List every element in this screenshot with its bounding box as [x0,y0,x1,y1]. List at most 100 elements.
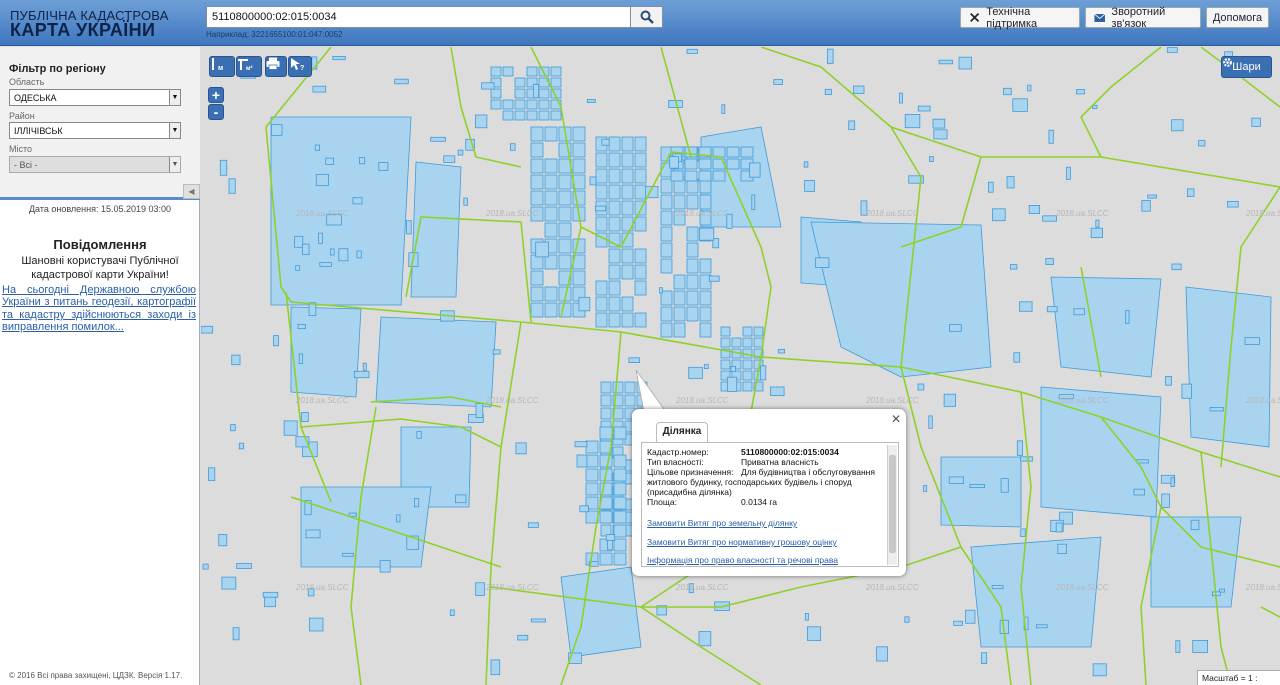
parcel[interactable] [634,168,647,184]
parcel[interactable] [526,99,538,110]
parcel[interactable] [475,582,485,596]
parcel[interactable] [740,146,754,158]
parcel[interactable] [949,324,962,332]
parcel[interactable] [515,442,527,455]
parcel[interactable] [595,168,608,184]
parcel[interactable] [599,510,613,524]
parcel[interactable] [490,66,502,77]
parcel[interactable] [430,136,446,142]
parcel[interactable] [1020,456,1033,462]
parcel[interactable] [301,412,309,423]
parcel[interactable] [827,48,834,64]
parcel[interactable] [726,146,740,158]
parcel[interactable] [527,522,539,528]
parcel[interactable] [876,646,889,662]
parcel[interactable] [981,652,988,664]
parcel[interactable] [608,280,621,296]
parcel[interactable] [608,296,621,312]
parcel-map[interactable] [201,47,1280,685]
parcel[interactable] [1073,308,1085,316]
parcel[interactable] [271,124,283,136]
parcel[interactable] [613,496,627,510]
parcel[interactable] [490,659,501,676]
parcel[interactable] [544,190,558,206]
parcel[interactable] [958,56,973,70]
order-extract-link[interactable]: Замовити Витяг про земельну ділянку [647,518,797,528]
parcel[interactable] [530,142,544,158]
parcel[interactable] [673,290,686,306]
parcel[interactable] [803,161,809,168]
parcel[interactable] [1136,459,1149,464]
parcel[interactable] [605,534,616,541]
parcel[interactable] [686,48,698,54]
order-valuation-link[interactable]: Замовити Витяг про нормативну грошову оц… [647,537,837,547]
parcel[interactable] [777,348,786,354]
parcel[interactable] [1187,188,1195,197]
parcel[interactable] [300,486,432,568]
parcel[interactable] [538,99,550,110]
parcel[interactable] [1000,478,1009,493]
parcel[interactable] [749,162,761,178]
parcel[interactable] [228,178,236,194]
parcel[interactable] [1166,47,1178,53]
parcel[interactable] [720,326,731,337]
parcel[interactable] [1040,386,1162,518]
parcel[interactable] [988,181,994,193]
parcel[interactable] [475,403,484,419]
parcel[interactable] [238,442,245,450]
parcel[interactable] [297,323,306,329]
parcel[interactable] [699,306,712,322]
parcel[interactable] [621,248,634,264]
parcel[interactable] [1171,263,1182,271]
parcel[interactable] [742,359,753,370]
parcel[interactable] [530,174,544,190]
tab-parcel[interactable]: Ділянка [656,422,708,442]
parcel[interactable] [544,222,558,238]
parcel[interactable] [621,200,634,216]
parcel[interactable] [362,362,367,371]
parcel[interactable] [544,158,558,174]
parcel[interactable] [544,286,558,302]
parcel[interactable] [684,170,698,182]
notice-link[interactable]: На сьогодні Державною службою України з … [2,284,196,334]
parcel[interactable] [532,84,539,99]
parcel[interactable] [1190,519,1200,531]
parcel[interactable] [550,66,562,77]
parcel[interactable] [514,77,526,88]
parcel[interactable] [558,254,572,270]
parcel[interactable] [742,326,753,337]
measure-length-tool[interactable]: м [209,56,235,77]
parcel[interactable] [848,120,856,131]
parcel[interactable] [490,88,502,99]
search-input[interactable] [206,6,631,28]
close-icon[interactable]: ✕ [891,412,901,426]
parcel[interactable] [720,337,731,348]
parcel[interactable] [699,258,712,274]
parcel[interactable] [770,386,785,397]
parcel[interactable] [585,440,599,454]
parcel[interactable] [302,243,310,255]
parcel[interactable] [356,250,362,259]
parcel[interactable] [1185,286,1272,448]
parcel[interactable] [1013,352,1021,363]
parcel[interactable] [353,370,370,379]
parcel[interactable] [1171,119,1184,132]
parcel[interactable] [742,337,753,348]
parcel[interactable] [599,454,613,468]
parcel[interactable] [608,136,621,152]
parcel[interactable] [544,302,558,318]
parcel[interactable] [454,494,467,504]
parcel[interactable] [1147,194,1157,199]
parcel[interactable] [352,197,363,205]
parcel[interactable] [490,99,502,110]
parcel[interactable] [585,454,599,468]
parcel[interactable] [558,238,572,254]
parcel[interactable] [698,631,712,647]
parcel[interactable] [634,216,647,232]
parcel[interactable] [673,322,686,338]
parcel[interactable] [613,454,627,468]
parcel[interactable] [613,510,627,524]
parcel[interactable] [530,126,544,142]
parcel[interactable] [712,170,726,182]
parcel[interactable] [514,88,526,99]
